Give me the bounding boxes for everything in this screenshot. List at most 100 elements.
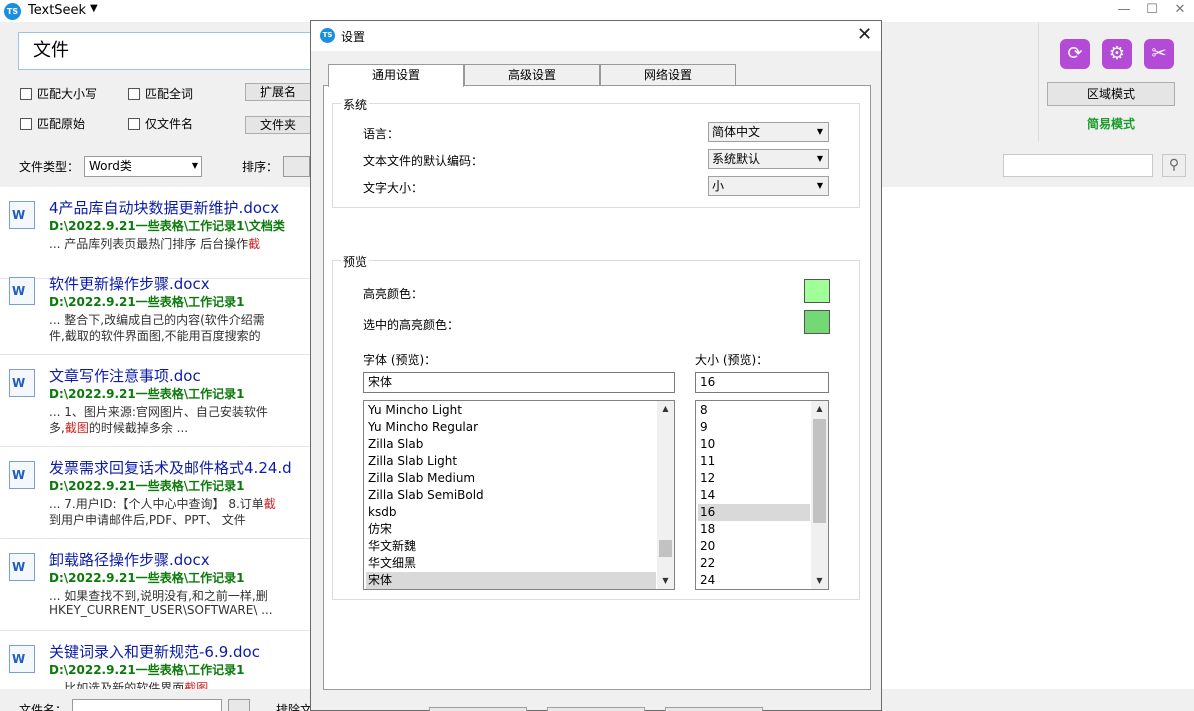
scroll-down-icon[interactable]: ▼ [811,573,828,589]
font-list-item[interactable]: Zilla Slab SemiBold [366,487,656,504]
search-icon[interactable]: ⚲ [1162,154,1186,177]
font-list-item[interactable]: Zilla Slab [366,436,656,453]
highlight-color-swatch[interactable] [804,279,830,303]
size-list-item[interactable]: 24 [698,572,810,589]
size-list-item[interactable]: 14 [698,487,810,504]
font-list-item[interactable]: 仿宋 [366,521,656,538]
result-title[interactable]: 发票需求回复话术及邮件格式4.24.d [49,457,292,478]
match-case-checkbox[interactable]: 匹配大小写 [20,85,97,102]
font-list-item[interactable]: 华文新魏 [366,538,656,555]
result-title[interactable]: 软件更新操作步骤.docx [49,273,210,294]
simple-mode-button[interactable]: 简易模式 [1047,113,1175,137]
minimize-button[interactable]: — [1110,0,1138,22]
result-title[interactable]: 关键词录入和更新规范-6.9.doc [49,641,260,662]
encoding-value: 系统默认 [712,152,761,166]
chevron-down-icon: ▼ [191,161,198,170]
result-item[interactable]: W 软件更新操作步骤.docx D:\2022.9.21一些表格\工作记录1 .… [0,263,320,355]
match-raw-checkbox[interactable]: 匹配原始 [20,115,85,132]
settings-dialog: TS 设置 ✕ 通用设置 高级设置 网络设置 系统 语言： 简体中文 ▼ 文本文件… [310,20,882,711]
app-logo-icon: TS [4,3,21,20]
close-button[interactable]: ✕ [1166,0,1194,22]
checkbox-box[interactable] [128,88,140,100]
selected-highlight-color-swatch[interactable] [804,310,830,334]
size-list-item[interactable]: 12 [698,470,810,487]
size-list-item[interactable]: 20 [698,538,810,555]
tools-icon[interactable]: ✂ [1144,39,1174,69]
encoding-select[interactable]: 系统默认 ▼ [708,149,829,169]
tab-advanced-settings[interactable]: 高级设置 [464,64,600,86]
scrollbar-thumb[interactable] [813,419,826,523]
result-snippet-line2: HKEY_CURRENT_USER\SOFTWARE\ ... [49,603,273,617]
size-list-item[interactable]: 8 [698,402,810,419]
font-list-item[interactable]: 宋体 [366,572,656,589]
result-item[interactable]: W 文章写作注意事项.doc D:\2022.9.21一些表格\工作记录1 ..… [0,355,320,447]
font-list-item[interactable]: Zilla Slab Medium [366,470,656,487]
match-whole-label: 匹配全词 [145,87,194,101]
region-mode-button[interactable]: 区域模式 [1047,82,1175,106]
folder-button[interactable]: 文件夹 [245,116,311,134]
language-label: 语言： [363,127,400,141]
size-list-item[interactable]: 18 [698,521,810,538]
file-type-select[interactable]: Word类 ▼ [84,156,202,177]
preview-search-input[interactable] [1003,154,1153,177]
chevron-down-icon: ▼ [816,127,823,136]
checkbox-box[interactable] [20,118,32,130]
font-list-item[interactable]: ksdb [366,504,656,521]
scroll-down-icon[interactable]: ▼ [657,573,674,589]
size-preview-label: 大小 (预览)： [695,353,769,367]
filename-dropdown-button[interactable] [228,699,250,711]
apply-button[interactable] [665,707,763,711]
tab-network-settings[interactable]: 网络设置 [600,64,736,86]
textseek-app: TS TextSeek ▼ — ☐ ✕ 文件 匹配大小写 匹配全词 匹配原始 仅… [0,0,1194,711]
size-list-item[interactable]: 9 [698,419,810,436]
size-list[interactable]: ▲ ▼ 8 9 10 11 12 14 16 18 20 22 24 [695,400,829,590]
result-title[interactable]: 文章写作注意事项.doc [49,365,201,386]
text-size-select[interactable]: 小 ▼ [708,176,829,196]
font-list-item[interactable]: Yu Mincho Light [366,402,656,419]
maximize-button[interactable]: ☐ [1138,0,1166,22]
cancel-button[interactable] [547,707,645,711]
dialog-logo-icon: TS [320,28,335,43]
gear-icon[interactable]: ⚙ [1102,39,1132,69]
match-whole-checkbox[interactable]: 匹配全词 [128,85,193,102]
checkbox-box[interactable] [20,88,32,100]
result-item[interactable]: W 发票需求回复话术及邮件格式4.24.d D:\2022.9.21一些表格\工… [0,447,320,539]
size-list-scrollbar[interactable]: ▲ ▼ [811,401,828,589]
result-snippet: ... 7.用户ID:【个人中心中查询】 8.订单截 [49,495,276,512]
result-path: D:\2022.9.21一些表格\工作记录1 [49,663,245,677]
filename-input[interactable] [72,699,222,711]
match-case-label: 匹配大小写 [37,87,98,101]
app-menu-dropdown-icon[interactable]: ▼ [90,3,98,14]
font-list-item[interactable]: Zilla Slab Light [366,453,656,470]
size-list-item[interactable]: 16 [698,504,810,521]
word-doc-icon: W [9,277,35,305]
snippet-highlight: 截 [263,497,276,511]
checkbox-box[interactable] [128,118,140,130]
tab-general-settings[interactable]: 通用设置 [328,64,464,87]
size-list-item[interactable]: 11 [698,453,810,470]
size-list-item[interactable]: 22 [698,555,810,572]
scroll-up-icon[interactable]: ▲ [811,401,828,417]
font-preview-input[interactable]: 宋体 [363,372,675,393]
scrollbar-thumb[interactable] [659,540,672,557]
refresh-icon[interactable]: ⟳ [1060,39,1090,69]
font-list[interactable]: ▲ ▼ Yu Mincho Light Yu Mincho Regular Zill… [363,400,675,590]
result-item[interactable]: W 卸载路径操作步骤.docx D:\2022.9.21一些表格\工作记录1 .… [0,539,320,631]
filename-only-checkbox[interactable]: 仅文件名 [128,115,193,132]
search-input[interactable]: 文件 [18,32,318,70]
ok-button[interactable] [429,707,527,711]
sort-select[interactable] [283,156,310,177]
font-list-item[interactable]: 华文细黑 [366,555,656,572]
extension-button[interactable]: 扩展名 [245,83,311,101]
font-list-scrollbar[interactable]: ▲ ▼ [657,401,674,589]
result-title[interactable]: 4产品库自动块数据更新维护.docx [49,197,279,218]
results-list[interactable]: W 4产品库自动块数据更新维护.docx D:\2022.9.21一些表格\工作… [0,187,320,695]
language-select[interactable]: 简体中文 ▼ [708,122,829,142]
text-size-label: 文字大小： [363,181,424,195]
font-list-item[interactable]: Yu Mincho Regular [366,419,656,436]
size-preview-input[interactable]: 16 [695,372,829,393]
scroll-up-icon[interactable]: ▲ [657,401,674,417]
result-title[interactable]: 卸载路径操作步骤.docx [49,549,210,570]
dialog-close-button[interactable]: ✕ [857,24,872,45]
size-list-item[interactable]: 10 [698,436,810,453]
